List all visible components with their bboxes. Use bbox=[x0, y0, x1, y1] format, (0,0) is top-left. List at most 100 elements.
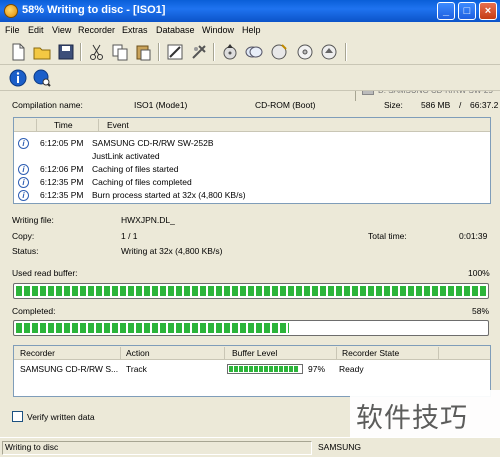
verify-label[interactable]: Verify written data bbox=[27, 412, 95, 422]
total-time-label: Total time: bbox=[368, 231, 407, 241]
paste-icon[interactable] bbox=[134, 43, 152, 61]
cut-icon[interactable] bbox=[88, 43, 106, 61]
title-bar: 58% Writing to disc - [ISO1] _ □ × bbox=[0, 0, 500, 22]
log-row: i 6:12:05 PM SAMSUNG CD-R/RW SW-252B bbox=[14, 137, 490, 150]
status-bar-recorder: SAMSUNG bbox=[318, 442, 361, 452]
recorder-name: SAMSUNG CD-R/RW S... bbox=[20, 364, 119, 374]
eject-icon[interactable] bbox=[320, 43, 338, 61]
column-separator bbox=[438, 347, 439, 359]
menu-help[interactable]: Help bbox=[242, 25, 261, 35]
buffer-progress-bar bbox=[13, 283, 489, 299]
size-time-value: 66:37.2 bbox=[470, 100, 499, 110]
toolbar-separator bbox=[158, 43, 160, 61]
size-separator: / bbox=[459, 100, 462, 110]
info-icon[interactable] bbox=[9, 69, 27, 87]
log-time: 6:12:35 PM bbox=[40, 190, 84, 200]
event-log[interactable]: Time Event i 6:12:05 PM SAMSUNG CD-R/RW … bbox=[13, 117, 491, 204]
column-separator bbox=[224, 347, 225, 359]
recorder-table-header: Recorder Action Buffer Level Recorder St… bbox=[14, 346, 490, 360]
log-header-time[interactable]: Time bbox=[54, 120, 73, 130]
new-file-icon[interactable] bbox=[9, 43, 27, 61]
column-separator bbox=[36, 119, 37, 131]
log-event: Caching of files completed bbox=[92, 177, 192, 187]
event-log-header: Time Event bbox=[14, 118, 490, 132]
compilation-type-value: CD-ROM (Boot) bbox=[255, 100, 316, 110]
verify-checkbox[interactable] bbox=[12, 411, 23, 422]
menu-extras[interactable]: Extras bbox=[122, 25, 148, 35]
erase-disc-icon[interactable] bbox=[296, 43, 314, 61]
close-button[interactable]: × bbox=[479, 2, 497, 20]
buffer-label: Used read buffer: bbox=[12, 268, 78, 278]
open-folder-icon[interactable] bbox=[33, 43, 51, 61]
toolbar-separator bbox=[213, 43, 215, 61]
info-bubble-icon: i bbox=[18, 177, 29, 188]
size-label: Size: bbox=[384, 100, 403, 110]
copy-label: Copy: bbox=[12, 231, 35, 241]
watermark-text: 软件技巧 bbox=[356, 403, 468, 433]
recorder-buffer-percent: 97% bbox=[308, 364, 326, 374]
toolbar-separator bbox=[80, 43, 82, 61]
completed-percent: 58% bbox=[472, 306, 490, 316]
compilation-name-value: ISO1 (Mode1) bbox=[134, 100, 188, 110]
menu-window[interactable]: Window bbox=[202, 25, 234, 35]
toolbar-separator bbox=[345, 43, 347, 61]
info-bubble-icon: i bbox=[18, 164, 29, 175]
recorder-header-state[interactable]: Recorder State bbox=[342, 348, 399, 358]
log-row: JustLink activated bbox=[14, 150, 490, 163]
log-event: Burn process started at 32x (4,800 KB/s) bbox=[92, 190, 246, 200]
recorder-header-action[interactable]: Action bbox=[126, 348, 150, 358]
copy-disc-icon[interactable] bbox=[245, 43, 263, 61]
recorder-buffer-bar bbox=[227, 364, 303, 374]
properties-icon[interactable] bbox=[166, 43, 184, 61]
recorder-row[interactable]: SAMSUNG CD-R/RW S... Track 97% Ready bbox=[14, 362, 490, 376]
burn-icon[interactable] bbox=[221, 43, 239, 61]
compilation-name-label: Compilation name: bbox=[12, 100, 83, 110]
column-separator bbox=[98, 119, 99, 131]
burn-compilation-icon[interactable] bbox=[190, 43, 208, 61]
main-toolbar: D: SAMSUNG CD-R/RW SW-25 bbox=[0, 39, 500, 101]
copy-icon[interactable] bbox=[111, 43, 129, 61]
recorder-header-buffer[interactable]: Buffer Level bbox=[232, 348, 277, 358]
menu-file[interactable]: File bbox=[5, 25, 20, 35]
log-row: i 6:12:35 PM Caching of files completed bbox=[14, 176, 490, 189]
secondary-toolbar bbox=[0, 65, 500, 91]
menu-view[interactable]: View bbox=[52, 25, 71, 35]
menu-edit[interactable]: Edit bbox=[28, 25, 44, 35]
log-event: Caching of files started bbox=[92, 164, 179, 174]
help-search-icon[interactable] bbox=[33, 69, 51, 87]
log-time: 6:12:35 PM bbox=[40, 177, 84, 187]
completed-label: Completed: bbox=[12, 306, 56, 316]
info-bubble-icon: i bbox=[18, 190, 29, 201]
recorder-header-recorder[interactable]: Recorder bbox=[20, 348, 55, 358]
menu-recorder[interactable]: Recorder bbox=[78, 25, 115, 35]
menu-database[interactable]: Database bbox=[156, 25, 195, 35]
menu-bar: File Edit View Recorder Extras Database … bbox=[0, 22, 500, 39]
nero-app-icon bbox=[4, 4, 18, 18]
total-time-value: 0:01:39 bbox=[459, 231, 488, 241]
status-value: Writing at 32x (4,800 KB/s) bbox=[121, 246, 223, 256]
window-title: 58% Writing to disc - [ISO1] bbox=[22, 4, 166, 16]
log-time: 6:12:06 PM bbox=[40, 164, 84, 174]
recorder-buffer-fill bbox=[229, 366, 299, 372]
minimize-button[interactable]: _ bbox=[437, 2, 455, 20]
size-value: 586 MB bbox=[421, 100, 451, 110]
log-time: 6:12:05 PM bbox=[40, 138, 84, 148]
save-icon[interactable] bbox=[57, 43, 75, 61]
watermark: 软件技巧 bbox=[350, 390, 500, 437]
writing-file-label: Writing file: bbox=[12, 215, 54, 225]
writing-file-value: HWXJPN.DL_ bbox=[121, 215, 175, 225]
status-bar: Writing to disc SAMSUNG bbox=[0, 437, 500, 457]
log-row: i 6:12:35 PM Burn process started at 32x… bbox=[14, 189, 490, 202]
log-event: JustLink activated bbox=[92, 151, 160, 161]
log-header-event[interactable]: Event bbox=[107, 120, 129, 130]
completed-progress-bar bbox=[13, 320, 489, 336]
disc-info-icon[interactable] bbox=[270, 43, 288, 61]
log-row: i 6:12:06 PM Caching of files started bbox=[14, 163, 490, 176]
column-separator bbox=[336, 347, 337, 359]
completed-progress-fill bbox=[16, 323, 289, 333]
recorder-action: Track bbox=[126, 364, 147, 374]
maximize-button[interactable]: □ bbox=[458, 2, 476, 20]
info-bubble-icon: i bbox=[18, 138, 29, 149]
status-label: Status: bbox=[12, 246, 39, 256]
buffer-percent: 100% bbox=[468, 268, 490, 278]
